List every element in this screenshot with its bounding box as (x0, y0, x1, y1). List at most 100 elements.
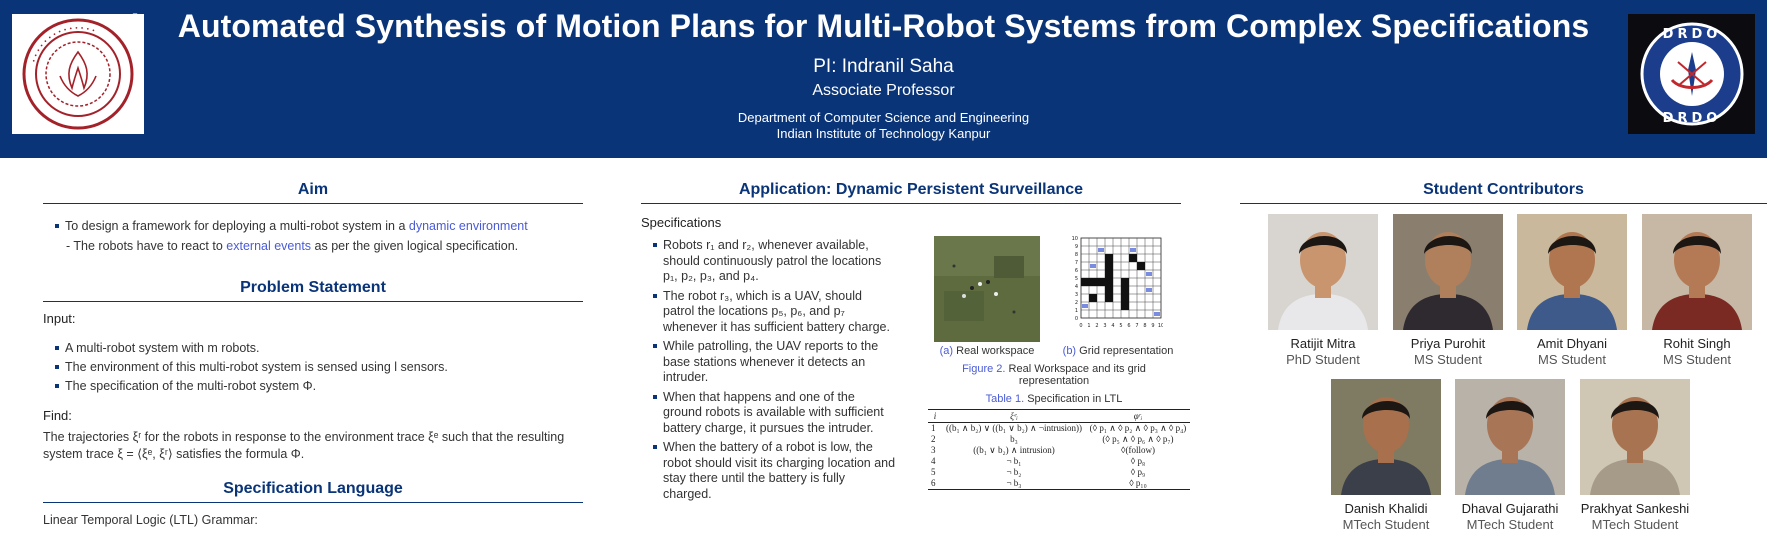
student-role: MTech Student (1591, 517, 1679, 532)
location-marker (1082, 304, 1088, 308)
application-list: Robots r₁ and r₂, whenever available, sh… (641, 238, 896, 506)
student-card: Danish Khalidi MTech Student (1331, 379, 1441, 532)
table-header: ξᵉᵢ (942, 410, 1086, 423)
student-role: MS Student (1538, 352, 1606, 367)
pi-name: PI: Indranil Saha (813, 56, 954, 77)
input-label: Input: (43, 311, 76, 326)
grid-tick-label: 2 (1095, 323, 1098, 329)
grid-tick-label: 10 (1158, 323, 1163, 329)
obstacle-cell (1129, 254, 1137, 262)
list-item: When the battery of a robot is low, the … (641, 440, 896, 502)
drdo-logo: DRDO DRDO (1628, 14, 1755, 134)
obstacle-cell (1121, 294, 1129, 302)
obstacle-cell (1105, 294, 1113, 302)
obstacle-cell (1121, 302, 1129, 310)
grid-tick-label: 8 (1143, 323, 1146, 329)
list-item: The specification of the multi-robot sys… (43, 379, 588, 394)
obstacle-cell (1089, 294, 1097, 302)
find-label: Find: (43, 408, 72, 423)
obstacle-cell (1105, 270, 1113, 278)
aim-sub: - The robots have to react to external e… (66, 239, 519, 253)
grid-tick-label: 4 (1075, 284, 1078, 290)
student-name: Prakhyat Sankeshi (1580, 501, 1690, 516)
problem-heading: Problem Statement (43, 279, 583, 302)
spec-language-heading: Specification Language (43, 480, 583, 503)
grid-tick-label: 7 (1135, 323, 1138, 329)
svg-text:DRDO: DRDO (1662, 111, 1721, 126)
grid-tick-label: 9 (1151, 323, 1154, 329)
student-card: Amit Dhyani MS Student (1517, 214, 1627, 367)
student-name: Ratijit Mitra (1290, 336, 1356, 351)
ltl-table: i ξᵉᵢ φʳᵢ 1 ((b₁ ∧ b₂) ∨ ((b₁ ∨ b₂) ∧ ¬i… (928, 409, 1190, 490)
location-marker (1130, 248, 1136, 252)
table-row: 1 ((b₁ ∧ b₂) ∨ ((b₁ ∨ b₂) ∧ ¬intrusion))… (931, 423, 1187, 433)
obstacle-cell (1121, 278, 1129, 286)
student-photo (1393, 214, 1503, 330)
grid-tick-label: 5 (1119, 323, 1122, 329)
list-item: While patrolling, the UAV reports to the… (641, 339, 896, 386)
student-photo (1642, 214, 1752, 330)
student-name: Amit Dhyani (1536, 336, 1608, 351)
iit-kanpur-logo: • • • • • • • • • • • • • • (12, 14, 144, 134)
student-photo (1455, 379, 1565, 495)
table-row: 4 ¬ b₁ ◊ p₈ (931, 456, 1146, 466)
obstacle-cell (1105, 254, 1113, 262)
student-card: Rohit Singh MS Student (1642, 214, 1752, 367)
grid-tick-label: 3 (1075, 292, 1078, 298)
student-role: MTech Student (1466, 517, 1554, 532)
fig-a-caption: (a) Real workspace (939, 345, 1035, 357)
specifications-label: Specifications (641, 215, 722, 230)
student-name: Danish Khalidi (1344, 501, 1428, 516)
list-item: The environment of this multi-robot syst… (43, 360, 588, 375)
poster-title: Automated Synthesis of Motion Plans for … (177, 8, 1590, 44)
aim-bullets: To design a framework for deploying a mu… (43, 219, 588, 255)
location-marker (1098, 248, 1104, 252)
obstacle-cell (1137, 262, 1145, 270)
list-item: A multi-robot system with m robots. (43, 341, 588, 356)
grid-tick-label: 10 (1072, 236, 1078, 242)
department: Department of Computer Science and Engin… (737, 110, 1030, 125)
grid-tick-label: 3 (1103, 323, 1106, 329)
find-text: The trajectories ξʳ for the robots in re… (43, 430, 565, 461)
grid-tick-label: 7 (1075, 260, 1078, 266)
obstacle-cell (1097, 278, 1105, 286)
obstacle-cell (1105, 278, 1113, 286)
input-list: A multi-robot system with m robots. The … (43, 341, 588, 398)
grid-tick-label: 4 (1111, 323, 1114, 329)
location-marker (1146, 272, 1152, 276)
poster-header: • • • • • • • • • • • • • • ® Automated … (0, 0, 1767, 158)
student-photo (1580, 379, 1690, 495)
student-card: Ratijit Mitra PhD Student (1268, 214, 1378, 367)
registered-mark: ® (131, 12, 140, 24)
student-name: Rohit Singh (1663, 336, 1731, 351)
grid-tick-label: 9 (1075, 244, 1078, 250)
obstacle-cell (1121, 286, 1129, 294)
location-marker (1154, 312, 1160, 316)
obstacle-cell (1089, 278, 1097, 286)
grid-tick-label: 6 (1075, 268, 1078, 274)
figure-2-caption: Figure 2. Real Workspace and its grid re… (962, 363, 1146, 387)
list-item: When that happens and one of the ground … (641, 390, 896, 437)
fig-b-caption: (b) Grid representation (1062, 345, 1174, 357)
student-role: MS Student (1663, 352, 1731, 367)
location-marker (1146, 288, 1152, 292)
grid-tick-label: 5 (1075, 276, 1078, 282)
table-header: φʳᵢ (1085, 410, 1190, 423)
obstacle-cell (1105, 262, 1113, 270)
student-name: Dhaval Gujarathi (1461, 501, 1559, 516)
grid-tick-label: 2 (1075, 300, 1078, 306)
location-marker (1090, 264, 1096, 268)
dynamic-environment-highlight: dynamic environment (408, 219, 528, 233)
aim-bullet: To design a framework for deploying a mu… (43, 219, 588, 234)
grid-tick-label: 0 (1079, 323, 1082, 329)
list-item: Robots r₁ and r₂, whenever available, sh… (641, 238, 896, 285)
application-heading: Application: Dynamic Persistent Surveill… (641, 181, 1181, 204)
grid-tick-label: 6 (1127, 323, 1130, 329)
table-header: i (928, 410, 942, 423)
grid-representation-image: 0 0 1 1 2 2 3 3 4 4 5 5 6 6 7 7 8 8 9 9 10 10 (1069, 234, 1165, 340)
table-row: 2 b₃ (◊ p₅ ∧ ◊ p₆ ∧ ◊ p₇) (931, 434, 1174, 444)
external-events-highlight: external events (226, 239, 312, 253)
student-photo (1331, 379, 1441, 495)
table-row: 6 ¬ b₃ ◊ p₁₀ (931, 478, 1147, 488)
student-role: PhD Student (1286, 352, 1360, 367)
